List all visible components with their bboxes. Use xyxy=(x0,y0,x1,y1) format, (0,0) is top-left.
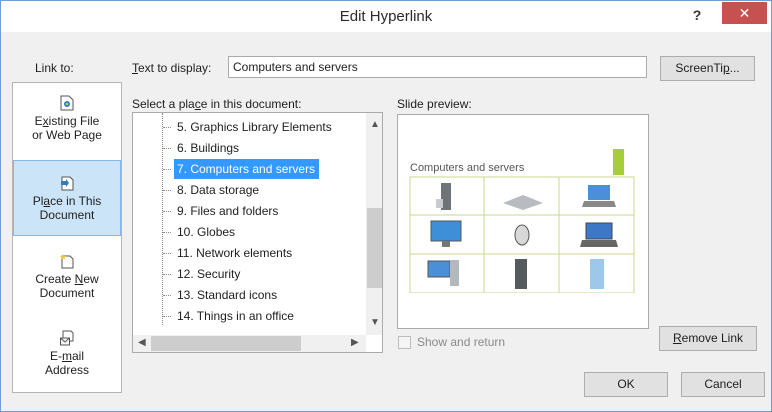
link-email-label-1: E-mail xyxy=(49,349,84,363)
screentip-access-key: p xyxy=(722,61,730,75)
slide-thumbnail: Computers and servers xyxy=(398,115,648,328)
show-and-return-label: Show and return xyxy=(417,335,506,349)
cancel-button[interactable]: Cancel xyxy=(681,372,765,397)
link-email-label-2: Address xyxy=(44,363,90,377)
tree-item-selected[interactable]: 7. Computers and servers xyxy=(163,159,320,179)
screentip-button[interactable]: ScreenTip... xyxy=(660,56,755,81)
link-create-new-document[interactable]: Create New Document xyxy=(13,251,121,309)
tree-item[interactable]: 13. Standard icons xyxy=(163,285,277,305)
place-in-document-icon xyxy=(61,176,74,191)
screentip-label-post: ... xyxy=(729,61,740,75)
screentip-label-pre: ScreenTi xyxy=(675,61,723,75)
tree-item[interactable]: 10. Globes xyxy=(163,222,235,242)
title-bar: Edit Hyperlink ? ✕ xyxy=(1,1,771,32)
scroll-up-icon[interactable]: ▲ xyxy=(370,119,380,130)
close-button[interactable]: ✕ xyxy=(722,2,767,24)
vertical-scrollbar[interactable]: ▲ ▼ xyxy=(366,113,382,335)
slide-title-text: Computers and servers xyxy=(410,162,525,174)
tree-item[interactable]: 12. Security xyxy=(163,264,240,284)
scroll-left-icon[interactable]: ◀ xyxy=(138,337,146,348)
edit-hyperlink-dialog: Edit Hyperlink ? ✕ Link to: Text to disp… xyxy=(0,0,772,412)
select-place-label: Select a place in this document: xyxy=(132,97,302,111)
text-to-display-label: Text to display: xyxy=(132,61,211,75)
tree-item[interactable]: 6. Buildings xyxy=(163,138,239,158)
horizontal-scroll-thumb[interactable] xyxy=(151,336,301,351)
tree-item[interactable]: 5. Graphics Library Elements xyxy=(163,117,332,137)
ok-button[interactable]: OK xyxy=(584,372,668,397)
vertical-scroll-thumb[interactable] xyxy=(367,208,382,288)
scroll-right-icon[interactable]: ▶ xyxy=(351,337,359,348)
link-create-label-1: Create New xyxy=(35,272,99,286)
slide-preview-label: Slide preview: xyxy=(397,97,472,111)
link-existing-file[interactable]: Existing File or Web Page xyxy=(13,93,121,151)
link-to-bar: Existing File or Web Page Place in This … xyxy=(12,82,122,393)
remove-link-label: emove Link xyxy=(681,331,744,345)
slide-preview: Computers and servers xyxy=(397,114,649,329)
place-tree[interactable]: 5. Graphics Library Elements 6. Building… xyxy=(132,112,383,353)
email-address-icon xyxy=(60,330,74,346)
link-existing-file-label-2: or Web Page xyxy=(32,128,102,142)
create-new-document-icon xyxy=(60,254,74,269)
help-button[interactable]: ? xyxy=(687,3,707,27)
tree-connector-line xyxy=(162,113,163,325)
link-email-address[interactable]: E-mail Address xyxy=(13,328,121,386)
remove-link-button[interactable]: Remove Link xyxy=(659,326,757,351)
scroll-down-icon[interactable]: ▼ xyxy=(370,317,380,328)
tree-item[interactable]: 14. Things in an office xyxy=(163,306,294,326)
tree-item[interactable]: 9. Files and folders xyxy=(163,201,278,221)
show-and-return-checkbox[interactable] xyxy=(398,336,411,349)
tree-item[interactable]: 11. Network elements xyxy=(163,243,292,263)
text-to-display-label-text: ext to display: xyxy=(138,61,212,75)
remove-link-access-key: R xyxy=(672,331,682,345)
link-place-label-1: Place in This xyxy=(32,194,102,208)
text-to-display-input[interactable]: Computers and servers xyxy=(228,56,647,78)
link-to-label: Link to: xyxy=(35,61,74,75)
tree-item[interactable]: 8. Data storage xyxy=(163,180,259,200)
dialog-title: Edit Hyperlink xyxy=(339,8,433,25)
existing-file-icon xyxy=(60,95,74,111)
horizontal-scrollbar[interactable]: ◀ ▶ xyxy=(133,335,366,352)
link-place-in-document[interactable]: Place in This Document xyxy=(13,160,121,236)
link-create-label-2: Document xyxy=(39,286,95,300)
link-existing-file-label-1: Existing File xyxy=(34,114,100,128)
link-place-label-2: Document xyxy=(39,208,95,222)
